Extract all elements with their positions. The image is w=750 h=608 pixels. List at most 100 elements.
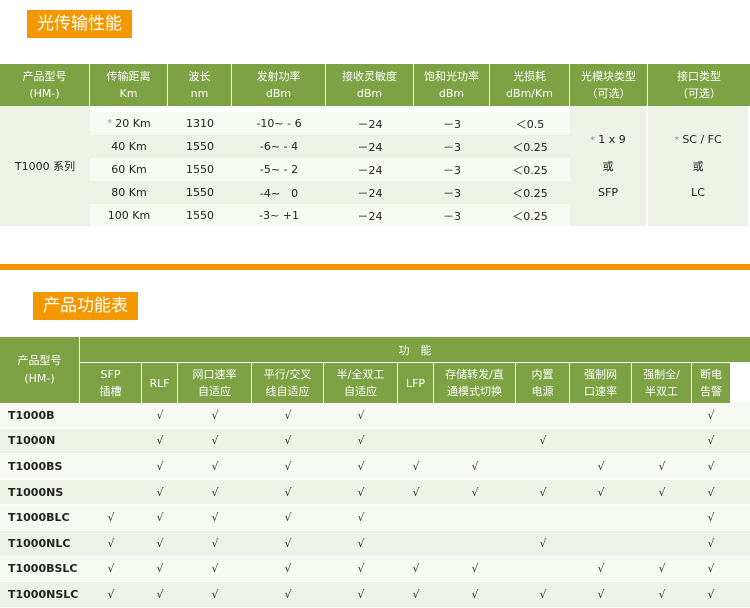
check-icon: √ [471, 562, 479, 576]
table2-check-cell: √ [324, 531, 398, 556]
header-line: 口速率 [584, 385, 617, 398]
asterisk-icon: * [107, 118, 113, 129]
table2-check-cell: √ [692, 480, 730, 505]
asterisk-icon: * [674, 134, 680, 146]
table2-check-cell [516, 403, 570, 428]
table1-header-cell: 传输距离 Km [90, 64, 168, 106]
cell-value: 1550 [186, 209, 214, 222]
model-cell: T1000 系列 [0, 106, 90, 226]
check-icon: √ [412, 459, 420, 473]
cell-value: 1550 [186, 163, 214, 176]
interface-type-cell-line1: * SC / FC [674, 127, 721, 154]
table1-header-cell: 光损耗 dBm/Km [490, 64, 570, 106]
check-icon: √ [284, 434, 292, 448]
table1-cell: 1310 [168, 112, 232, 135]
table2-check-cell [516, 557, 570, 582]
table2-check-cell [632, 429, 692, 454]
table2-check-cell: √ [692, 429, 730, 454]
check-icon: √ [539, 434, 547, 448]
table2-check-cell [570, 429, 632, 454]
table2-row: T1000BSLC √ √ √ √ √ √ √ √ √ √ [0, 556, 750, 583]
table2-check-cell [632, 403, 692, 428]
table1-body: T1000 系列 * 20 Km 1310 -10~ - 6 －24 －3 ＜0.5 40 Km… [0, 106, 750, 228]
check-icon: √ [284, 536, 292, 550]
header-line: 插槽 [99, 385, 122, 398]
check-icon: √ [357, 485, 365, 499]
check-icon: √ [357, 587, 365, 601]
table2-check-cell: √ [252, 531, 324, 556]
header-line: 产品型号 [22, 70, 67, 83]
header-line: 存储转发/直 [445, 368, 504, 381]
table2-check-cell [80, 429, 142, 454]
check-icon: √ [211, 536, 219, 550]
table2-check-cell [570, 403, 632, 428]
table2-check-cell [80, 480, 142, 505]
cell-value: －3 [443, 209, 461, 223]
check-icon: √ [211, 408, 219, 422]
check-icon: √ [284, 562, 292, 576]
table2-check-cell: √ [692, 531, 730, 556]
table2-check-cell [398, 505, 434, 530]
cell-value: ＜0.25 [512, 163, 548, 177]
table2-check-cell: √ [434, 582, 516, 607]
check-icon: √ [412, 562, 420, 576]
cell-value: 1550 [186, 186, 214, 199]
header-line: SFP [100, 368, 121, 381]
check-icon: √ [471, 587, 479, 601]
check-icon: √ [707, 536, 715, 550]
table1-header-cell: 接收灵敏度 dBm [326, 64, 414, 106]
table1-cell: -4~ 0 [232, 181, 326, 204]
table2-model-cell: T1000BLC [8, 511, 70, 525]
table2-column-header: 存储转发/直 通模式切换 [434, 363, 516, 403]
cell-value: －24 [357, 140, 383, 154]
header-line: dBm [356, 87, 383, 100]
check-icon: √ [211, 587, 219, 601]
table2-check-cell [80, 454, 142, 479]
table1-cell: －3 [414, 135, 490, 158]
table2-column-header: RLF [142, 363, 178, 403]
table2-check-cell: √ [80, 531, 142, 556]
function-table: 产品型号 (HM-) 功 能 SFP 插槽 RLF 网口速率 自适应 平行/交叉 线自适应 半/全双… [0, 337, 750, 608]
cell-value: －3 [443, 163, 461, 177]
table2-check-cell: √ [178, 454, 252, 479]
check-icon: √ [539, 587, 547, 601]
table2-column-header: 半/全双工 自适应 [324, 363, 398, 403]
table1-row: * 20 Km 1310 -10~ - 6 －24 －3 ＜0.5 [90, 112, 570, 136]
cell-value: －24 [357, 117, 383, 131]
check-icon: √ [707, 511, 715, 525]
table2-check-cell: √ [570, 557, 632, 582]
table1-header-cell: 发射功率 dBm [232, 64, 326, 106]
table2-check-cell: √ [692, 505, 730, 530]
check-icon: √ [412, 485, 420, 499]
table1-row: 80 Km 1550 -4~ 0 －24 －3 ＜0.25 [90, 181, 570, 205]
table2-check-cell: √ [178, 480, 252, 505]
table2-check-cell: √ [178, 557, 252, 582]
check-icon: √ [658, 562, 666, 576]
table2-row: T1000NS √ √ √ √ √ √ √ √ √ √ [0, 479, 750, 506]
table1-cell: 60 Km [90, 158, 168, 181]
table2-check-cell: √ [252, 429, 324, 454]
cell-value: 1310 [186, 117, 214, 130]
header-line: 内置 [531, 368, 554, 381]
table2-check-cell [434, 429, 516, 454]
check-icon: √ [597, 587, 605, 601]
check-icon: √ [156, 459, 164, 473]
header-line: (HM-) [29, 87, 60, 100]
header-line: dBm [438, 87, 465, 100]
table1-cell: 1550 [168, 204, 232, 227]
table2-check-cell: √ [142, 403, 178, 428]
table2-check-cell: √ [570, 480, 632, 505]
check-icon: √ [539, 536, 547, 550]
table2-column-header: 断电 告警 [692, 363, 730, 403]
cell-value: -4~ 0 [259, 186, 299, 200]
check-icon: √ [156, 511, 164, 525]
cell-value: -5~ - 2 [259, 163, 299, 176]
header-line: dBm/Km [506, 87, 553, 100]
table2-check-cell: √ [142, 480, 178, 505]
header-line: 半双工 [645, 385, 678, 398]
table2-check-cell: √ [570, 582, 632, 607]
table2-check-cell: √ [516, 429, 570, 454]
cell-value: ＜0.25 [512, 186, 548, 200]
header-line: nm [190, 87, 209, 100]
cell-value: －24 [357, 186, 383, 200]
